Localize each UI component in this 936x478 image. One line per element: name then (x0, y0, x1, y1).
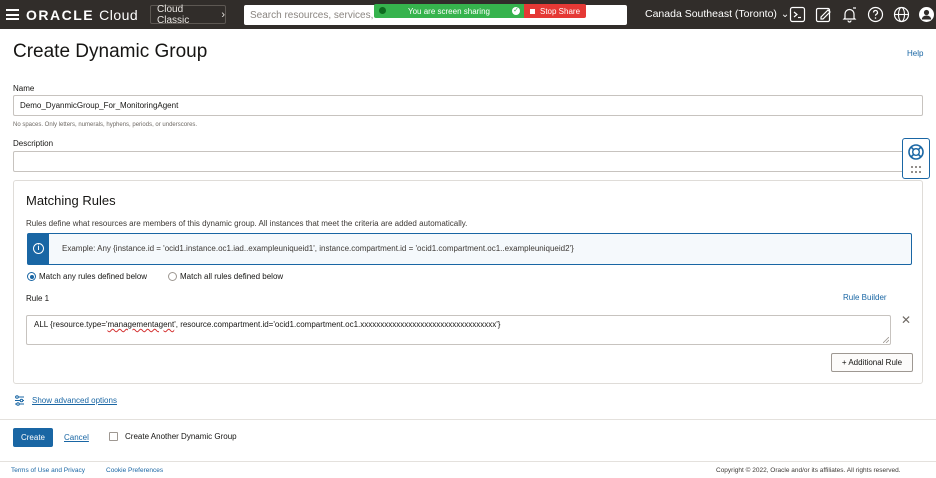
info-icon: i (33, 243, 44, 254)
name-label: Name (13, 84, 35, 93)
stop-icon (529, 8, 535, 14)
rule-prefix: ALL {resource.type=' (34, 320, 108, 329)
user-icon[interactable] (918, 6, 935, 23)
region-label: Canada Southeast (Toronto) (645, 8, 777, 20)
shield-check-icon: ✓ (512, 7, 520, 15)
drag-handle-icon[interactable] (911, 166, 922, 174)
bell-icon[interactable] (841, 6, 858, 23)
cloud-classic-label: Cloud Classic (157, 3, 190, 26)
show-advanced-options-link[interactable]: Show advanced options (32, 396, 117, 405)
rule-suffix: ', resource.compartment.id='ocid1.compar… (174, 320, 501, 329)
match-any-label: Match any rules defined below (39, 272, 148, 281)
screen-sharing-indicator: You are screen sharing ✓ (374, 4, 524, 18)
sliders-icon[interactable] (14, 395, 25, 406)
page-title: Create Dynamic Group (13, 41, 208, 62)
brand-suffix: Cloud (99, 7, 139, 23)
rule-1-text: ALL {resource.type='managementagent', re… (34, 320, 500, 329)
cloud-classic-button[interactable]: Cloud Classic › (150, 3, 226, 26)
terminal-icon[interactable] (789, 6, 806, 23)
stop-share-button[interactable]: Stop Share (524, 4, 586, 18)
help-icon[interactable] (867, 6, 884, 23)
brand-name: ORACLE (26, 7, 95, 23)
chevron-right-icon: › (221, 8, 225, 21)
oracle-cloud-logo[interactable]: ORACLE Cloud (26, 7, 138, 23)
create-another-label: Create Another Dynamic Group (125, 432, 237, 441)
rule-resource-type: managementagent (107, 320, 175, 329)
top-navigation-bar: ORACLE Cloud Cloud Classic › You are scr… (0, 0, 936, 29)
description-label: Description (13, 139, 54, 148)
matching-rules-description: Rules define what resources are members … (26, 219, 468, 228)
additional-rule-button[interactable]: + Additional Rule (831, 353, 913, 372)
create-button[interactable]: Create (13, 428, 53, 447)
help-link[interactable]: Help (907, 49, 923, 58)
resize-grip-icon[interactable] (883, 337, 889, 343)
phone-icon (379, 7, 386, 14)
edit-icon[interactable] (815, 6, 832, 23)
region-selector[interactable]: Canada Southeast (Toronto) ⌄ (645, 8, 789, 20)
help-widget[interactable] (902, 138, 930, 179)
create-another-checkbox[interactable] (109, 432, 118, 441)
radio-button[interactable] (168, 272, 177, 281)
match-all-option[interactable]: Match all rules defined below (168, 272, 283, 281)
match-any-option[interactable]: Match any rules defined below (27, 272, 147, 281)
rule-1-label: Rule 1 (26, 294, 50, 303)
match-all-label: Match all rules defined below (180, 272, 284, 281)
lifebuoy-icon (908, 144, 924, 160)
cookie-preferences-link[interactable]: Cookie Preferences (106, 467, 163, 474)
matching-rules-title: Matching Rules (26, 193, 116, 208)
remove-rule-icon[interactable]: ✕ (901, 313, 911, 327)
description-input[interactable] (13, 151, 923, 172)
cancel-link[interactable]: Cancel (64, 433, 89, 442)
radio-button-selected[interactable] (27, 272, 36, 281)
hamburger-menu-icon[interactable] (6, 9, 19, 20)
name-input[interactable] (13, 95, 923, 116)
globe-icon[interactable] (893, 6, 910, 23)
terms-link[interactable]: Terms of Use and Privacy (11, 467, 85, 474)
matching-rules-panel (13, 180, 923, 384)
example-text: Example: Any {instance.id = 'ocid1.insta… (62, 244, 574, 253)
screen-sharing-text: You are screen sharing (408, 6, 490, 16)
copyright-text: Copyright © 2022, Oracle and/or its affi… (716, 467, 901, 474)
stop-share-label: Stop Share (539, 6, 581, 16)
name-hint: No spaces. Only letters, numerals, hyphe… (13, 122, 198, 128)
rule-builder-link[interactable]: Rule Builder (843, 293, 887, 302)
screen-share-banner: You are screen sharing ✓ Stop Share (374, 4, 586, 18)
